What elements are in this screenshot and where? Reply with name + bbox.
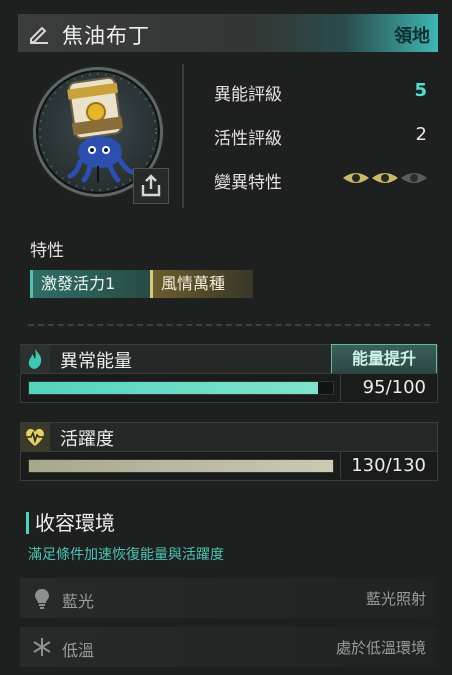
vertical-divider bbox=[182, 64, 184, 208]
section-divider bbox=[28, 324, 430, 326]
territory-tag: 領地 bbox=[394, 26, 430, 47]
ability-rating-label: 異能評級 bbox=[214, 85, 282, 105]
lightbulb-icon bbox=[35, 589, 49, 609]
vitality-value: 130/130 bbox=[351, 455, 426, 476]
snowflake-icon bbox=[33, 638, 51, 656]
env-label-blue-light: 藍光 bbox=[62, 592, 95, 611]
vitality-separator bbox=[340, 451, 341, 479]
vitality-title: 活躍度 bbox=[60, 429, 114, 450]
mutation-trait-label: 變異特性 bbox=[214, 173, 282, 193]
env-row-blue-light: 藍光 藍光照射 bbox=[20, 578, 436, 618]
share-icon bbox=[141, 174, 161, 197]
eye-icon bbox=[343, 173, 369, 183]
containment-env-title: 收容環境 bbox=[26, 512, 115, 534]
eye-icon bbox=[372, 173, 398, 183]
energy-bar bbox=[28, 381, 334, 395]
flame-icon bbox=[20, 345, 50, 373]
eye-icon bbox=[401, 173, 427, 183]
env-value-low-temp: 處於低溫環境 bbox=[335, 639, 426, 657]
trait-chip-charm[interactable]: 風情萬種 bbox=[150, 270, 253, 298]
mutation-eyes bbox=[343, 173, 427, 183]
containment-env-subtitle: 滿足條件加速恢復能量與活躍度 bbox=[28, 547, 224, 563]
vitality-bar bbox=[28, 459, 334, 473]
ability-rating-value: 5 bbox=[414, 80, 427, 101]
pencil-icon[interactable] bbox=[28, 22, 50, 44]
creature-name: 焦油布丁 bbox=[62, 24, 150, 48]
env-label-low-temp: 低溫 bbox=[62, 641, 95, 660]
activity-rating-value: 2 bbox=[415, 124, 427, 145]
energy-bar-fill bbox=[29, 382, 318, 394]
env-row-low-temp: 低溫 處於低溫環境 bbox=[20, 627, 436, 667]
vitality-bar-fill bbox=[29, 460, 333, 472]
energy-boost-button[interactable]: 能量提升 bbox=[331, 344, 437, 374]
header-bar: 焦油布丁 領地 bbox=[18, 14, 438, 52]
energy-title: 異常能量 bbox=[60, 351, 132, 372]
energy-separator bbox=[340, 373, 341, 401]
trait-chip-vitality[interactable]: 激發活力1 bbox=[30, 270, 153, 298]
heartbeat-icon bbox=[20, 423, 50, 451]
activity-rating-label: 活性評級 bbox=[214, 129, 282, 149]
traits-heading: 特性 bbox=[30, 241, 64, 261]
share-button[interactable] bbox=[133, 168, 169, 204]
energy-value: 95/100 bbox=[362, 377, 426, 398]
env-value-blue-light: 藍光照射 bbox=[365, 590, 426, 608]
